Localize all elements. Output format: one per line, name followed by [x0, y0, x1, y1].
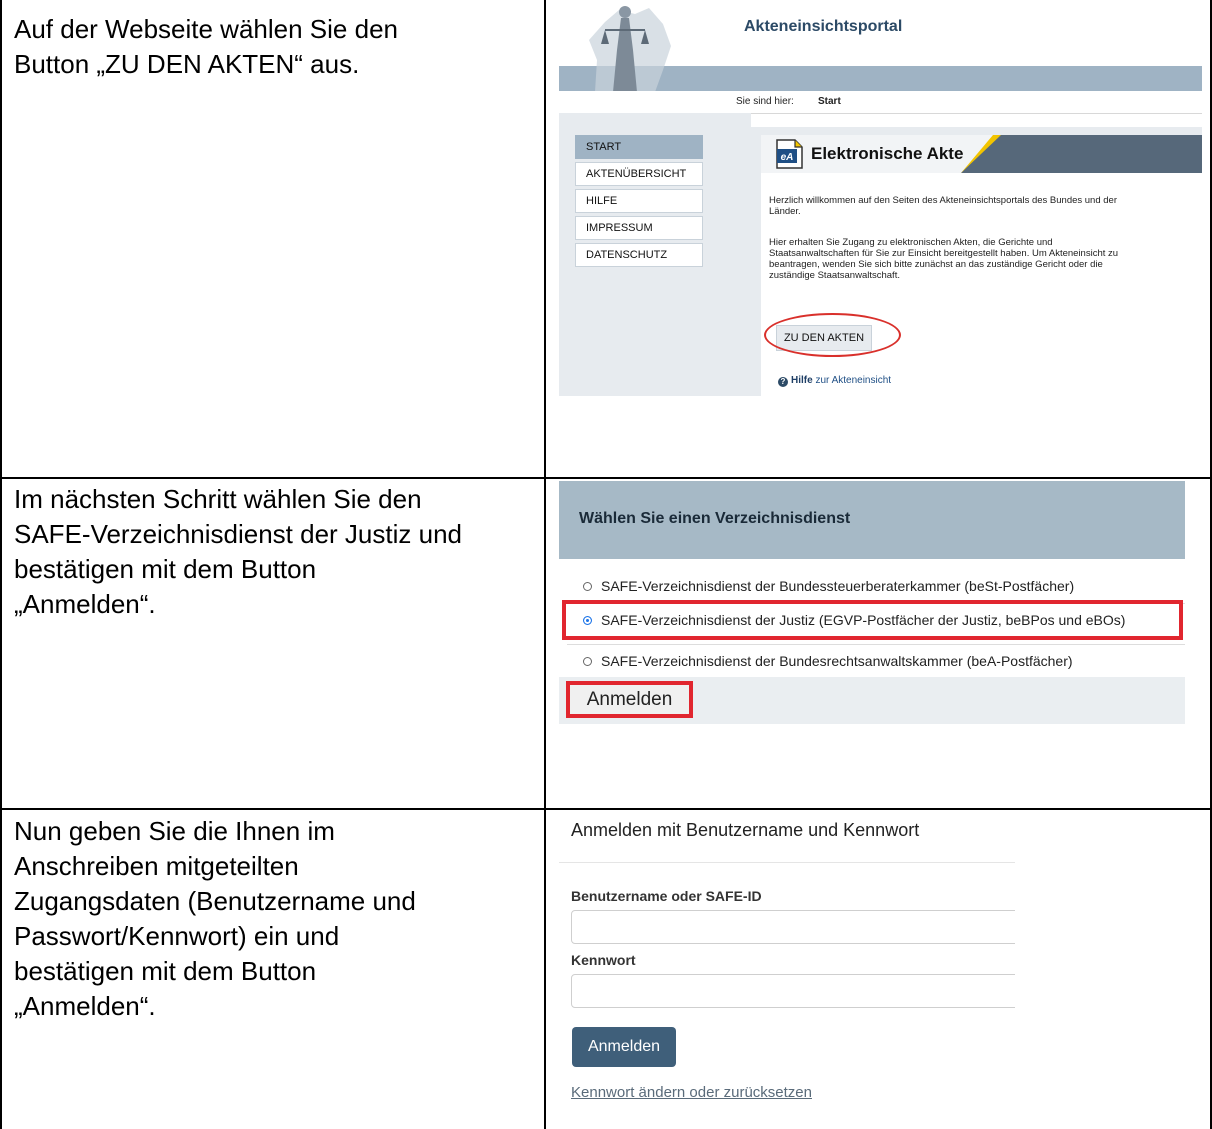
breadcrumb-label: Sie sind hier: [736, 96, 794, 107]
portal-screenshot: Akteneinsichtsportal Sie sind hier: Star… [559, 0, 1202, 396]
portal-content: eA Elektronische Akte Herzlich willkomme… [751, 127, 1202, 396]
table-column-divider [544, 0, 546, 1129]
menu-item-hilfe[interactable]: HILFE [575, 189, 703, 213]
menu-item-impressum[interactable]: IMPRESSUM [575, 216, 703, 240]
section-title-band: eA Elektronische Akte [761, 135, 1202, 173]
directory-option-bstbk[interactable]: SAFE-Verzeichnisdienst der Bundessteuerb… [567, 571, 1179, 601]
directory-anmelden-button[interactable]: Anmelden [566, 681, 693, 718]
table-row-divider [0, 808, 1212, 810]
divider [559, 862, 1015, 863]
portal-menu: START AKTENÜBERSICHT HILFE IMPRESSUM DAT… [575, 135, 703, 270]
description-text: Hier erhalten Sie Zugang zu elektronisch… [769, 237, 1119, 281]
ea-icon-label: eA [781, 152, 794, 163]
highlight-circle [764, 313, 901, 357]
menu-item-start[interactable]: START [575, 135, 703, 159]
radio-unchecked-icon[interactable] [583, 657, 592, 666]
password-label: Kennwort [571, 952, 636, 968]
directory-option-brak[interactable]: SAFE-Verzeichnisdienst der Bundesrechtsa… [567, 646, 1179, 676]
help-link-bold: Hilfe [791, 375, 813, 386]
breadcrumb-current: Start [818, 96, 841, 107]
login-title: Anmelden mit Benutzername und Kennwort [571, 820, 920, 840]
reset-password-link[interactable]: Kennwort ändern oder zurücksetzen [571, 1084, 812, 1101]
ea-document-icon: eA [776, 139, 803, 169]
portal-body: Herzlich willkommen auf den Seiten des A… [761, 173, 1202, 396]
directory-header: Wählen Sie einen Verzeichnisdienst [559, 481, 1185, 559]
instruction-step-3: Nun geben Sie die Ihnen im Anschreiben m… [14, 816, 416, 1021]
breadcrumb: Sie sind hier: Start [559, 91, 1202, 114]
menu-item-datenschutz[interactable]: DATENSCHUTZ [575, 243, 703, 267]
table-row-divider [0, 477, 1212, 479]
menu-item-aktenuebersicht[interactable]: AKTENÜBERSICHT [575, 162, 703, 186]
password-input[interactable] [571, 974, 1015, 1008]
username-label: Benutzername oder SAFE-ID [571, 888, 762, 904]
help-link[interactable]: ? Hilfe zur Akteneinsicht [778, 375, 891, 387]
portal-sidebar: START AKTENÜBERSICHT HILFE IMPRESSUM DAT… [559, 113, 751, 396]
username-input[interactable] [571, 910, 1015, 944]
directory-screenshot: Wählen Sie einen Verzeichnisdienst SAFE-… [559, 481, 1185, 724]
portal-title: Akteneinsichtsportal [744, 18, 903, 35]
justitia-logo [589, 6, 671, 92]
login-screenshot: Anmelden mit Benutzername und Kennwort B… [559, 812, 1015, 1112]
help-icon: ? [778, 377, 788, 387]
option-label: SAFE-Verzeichnisdienst der Bundesrechtsa… [601, 653, 1073, 669]
section-title: Elektronische Akte [811, 144, 964, 163]
instruction-step-2: Im nächsten Schritt wählen Sie den SAFE-… [14, 484, 462, 619]
instruction-step-1: Auf der Webseite wählen Sie den Button „… [14, 14, 398, 79]
login-anmelden-button[interactable]: Anmelden [572, 1027, 676, 1067]
divider [567, 644, 1185, 645]
welcome-text: Herzlich willkommen auf den Seiten des A… [769, 195, 1117, 217]
highlight-rectangle [562, 600, 1183, 640]
radio-unchecked-icon[interactable] [583, 582, 592, 591]
help-link-rest: zur Akteneinsicht [812, 375, 892, 386]
directory-heading: Wählen Sie einen Verzeichnisdienst [579, 510, 851, 527]
option-label: SAFE-Verzeichnisdienst der Bundessteuerb… [601, 578, 1075, 594]
table-border-left [0, 0, 2, 1129]
